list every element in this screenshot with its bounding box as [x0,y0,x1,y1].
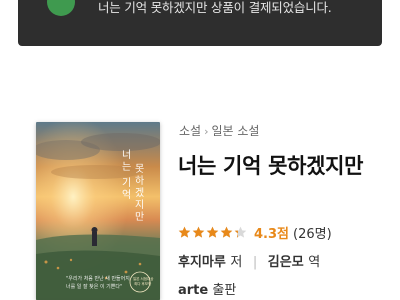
star-icon [220,226,233,238]
svg-text:최다 후보작: 최다 후보작 [134,281,152,286]
book-title: 너는 기억 못하겠지만 [178,154,364,178]
svg-text:기: 기 [122,177,131,189]
breadcrumb-item-japanese-novel[interactable]: 일본 소설 [212,124,260,138]
svg-text:너: 너 [122,149,131,161]
author-divider: | [252,255,258,270]
publisher-line: arte 출판 [178,279,236,298]
svg-text:하: 하 [135,174,144,187]
toast-message: 너는 기억 못하겠지만 상품이 결제되었습니다. [98,0,332,15]
rating[interactable]: 4.3점 (26명) [178,222,332,242]
author-name[interactable]: 후지마루 [178,255,226,270]
check-icon [47,0,75,16]
svg-text:못: 못 [135,163,144,175]
breadcrumb: 소설 › 일본 소설 [179,122,259,139]
payment-toast: 너는 기억 못하겠지만 상품이 결제되었습니다. [18,0,382,46]
star-icon [206,226,219,238]
svg-text:너를 일 잘 찾은 이 기쁜다": 너를 일 잘 찾은 이 기쁜다" [66,283,122,290]
product-page: 너는 기억 못하겠지만 상품이 결제되었습니다. 너 는 기 억 못 하 겠 지… [0,0,400,300]
star-icon [178,226,191,238]
publisher-role: 출판 [212,283,237,298]
book-cover-image[interactable]: 너는 기억 못하 겠지 만 "우리가 처음 만난 새 만들어지 너를 일 잘 찾… [36,122,160,300]
svg-text:억: 억 [122,189,131,201]
breadcrumb-item-novel[interactable]: 소설 [179,124,201,138]
svg-text:만: 만 [135,211,144,223]
author-line: 후지마루 저 | 김은모 역 [178,251,320,270]
cover-illustration: 너는 기억 못하 겠지 만 "우리가 처음 만난 새 만들어지 너를 일 잘 찾… [36,122,160,300]
svg-text:지: 지 [135,199,144,211]
svg-text:는: 는 [122,161,131,173]
publisher-name[interactable]: arte [178,283,208,298]
svg-text:겠: 겠 [135,187,144,199]
star-rating [178,226,248,239]
author-role: 저 [230,255,243,270]
breadcrumb-separator: › [204,125,209,138]
rating-score: 4.3점 [254,226,289,242]
translator-name[interactable]: 김은모 [268,255,304,270]
svg-text:"우리가 처음 만난 새 만들어지: "우리가 처음 만난 새 만들어지 [66,275,130,282]
rating-count: (26명) [293,226,332,242]
star-icon [192,226,205,238]
svg-text:일본 서점대상: 일본 서점대상 [133,276,154,281]
star-icon [234,226,247,238]
translator-role: 역 [308,255,321,270]
